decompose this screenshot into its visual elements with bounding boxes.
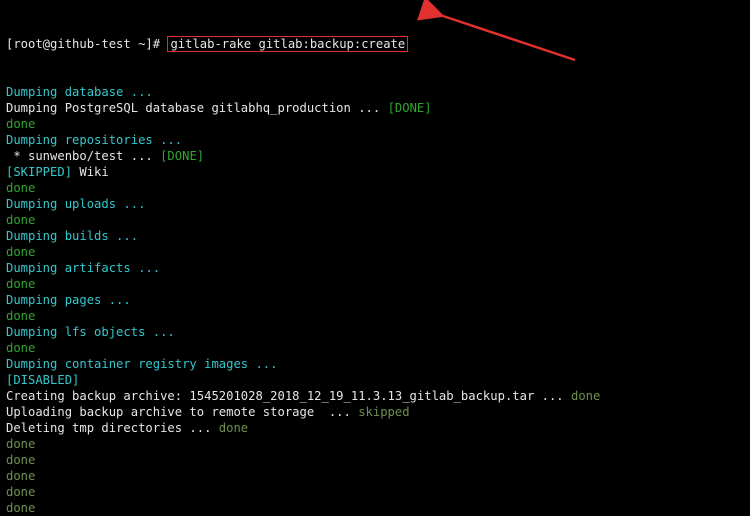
- output-line: * sunwenbo/test ... [DONE]: [6, 148, 744, 164]
- output-line: done: [6, 308, 744, 324]
- output-line: Creating backup archive: 1545201028_2018…: [6, 388, 744, 404]
- output-line: done: [6, 452, 744, 468]
- output-line: Dumping repositories ...: [6, 132, 744, 148]
- output-segment: Dumping builds ...: [6, 229, 145, 243]
- output-line: [SKIPPED] Wiki: [6, 164, 744, 180]
- output-segment: [DONE]: [160, 149, 204, 163]
- output-line: Uploading backup archive to remote stora…: [6, 404, 744, 420]
- output-segment: done: [6, 437, 35, 451]
- output-segment: done: [6, 501, 35, 515]
- output-line: done: [6, 276, 744, 292]
- output-segment: Wiki: [72, 165, 109, 179]
- output-line: done: [6, 484, 744, 500]
- output-segment: Creating backup archive: 1545201028_2018…: [6, 389, 571, 403]
- output-line: done: [6, 500, 744, 516]
- shell-prompt: [root@github-test ~]#: [6, 37, 167, 51]
- output-segment: done: [6, 181, 35, 195]
- terminal-output: Dumping database ... Dumping PostgreSQL …: [6, 84, 744, 516]
- output-segment: [DISABLED]: [6, 373, 79, 387]
- output-line: Dumping pages ...: [6, 292, 744, 308]
- output-line: done: [6, 468, 744, 484]
- output-segment: done: [6, 117, 35, 131]
- output-segment: Dumping PostgreSQL database gitlabhq_pro…: [6, 101, 388, 115]
- output-line: Dumping database ...: [6, 84, 744, 100]
- output-line: done: [6, 244, 744, 260]
- output-segment: Dumping container registry images ...: [6, 357, 285, 371]
- terminal[interactable]: [root@github-test ~]# gitlab-rake gitlab…: [0, 0, 750, 516]
- output-segment: done: [6, 277, 35, 291]
- output-line: done: [6, 436, 744, 452]
- output-segment: Dumping lfs objects ...: [6, 325, 182, 339]
- output-segment: done: [571, 389, 600, 403]
- output-line: Dumping uploads ...: [6, 196, 744, 212]
- output-segment: * sunwenbo/test ...: [6, 149, 160, 163]
- command-highlight-box: gitlab-rake gitlab:backup:create: [167, 36, 408, 52]
- output-segment: done: [6, 213, 35, 227]
- output-line: done: [6, 340, 744, 356]
- output-segment: done: [219, 421, 248, 435]
- output-segment: done: [6, 245, 35, 259]
- output-line: Dumping container registry images ...: [6, 356, 744, 372]
- output-line: Dumping artifacts ...: [6, 260, 744, 276]
- output-segment: done: [6, 341, 35, 355]
- output-line: done: [6, 180, 744, 196]
- output-segment: done: [6, 469, 35, 483]
- output-segment: [SKIPPED]: [6, 165, 72, 179]
- output-line: Dumping lfs objects ...: [6, 324, 744, 340]
- output-line: [DISABLED]: [6, 372, 744, 388]
- output-line: done: [6, 212, 744, 228]
- output-segment: Dumping pages ...: [6, 293, 138, 307]
- output-segment: [DONE]: [388, 101, 432, 115]
- output-line: done: [6, 116, 744, 132]
- output-segment: done: [6, 309, 35, 323]
- output-segment: Dumping database ...: [6, 85, 160, 99]
- output-segment: done: [6, 453, 35, 467]
- output-segment: Dumping artifacts ...: [6, 261, 167, 275]
- output-line: Dumping builds ...: [6, 228, 744, 244]
- output-segment: Dumping uploads ...: [6, 197, 153, 211]
- output-line: Dumping PostgreSQL database gitlabhq_pro…: [6, 100, 744, 116]
- output-segment: Uploading backup archive to remote stora…: [6, 405, 358, 419]
- output-segment: skipped: [358, 405, 409, 419]
- output-segment: Dumping repositories ...: [6, 133, 182, 147]
- output-segment: Deleting tmp directories ...: [6, 421, 219, 435]
- output-line: Deleting tmp directories ... done: [6, 420, 744, 436]
- command-line: [root@github-test ~]# gitlab-rake gitlab…: [6, 36, 744, 52]
- output-segment: done: [6, 485, 35, 499]
